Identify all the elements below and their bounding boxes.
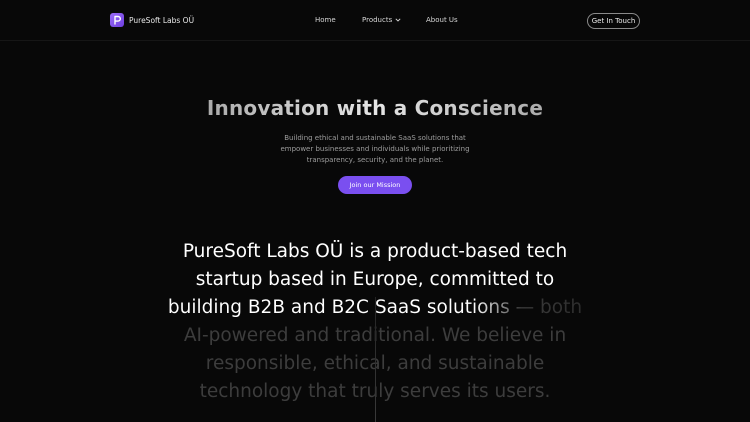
nav-link-home-label: Home (315, 16, 336, 24)
hero-title: Innovation with a Conscience (0, 96, 750, 120)
nav-link-products-label: Products (362, 16, 393, 24)
get-in-touch-button[interactable]: Get In Touch (587, 13, 640, 29)
nav-link-products[interactable]: Products (362, 16, 401, 24)
join-our-mission-button[interactable]: Join our Mission (338, 176, 412, 194)
statement-line: PureSoft Labs OÜ is a product-based tech (182, 241, 568, 262)
nav-link-about-us-label: About Us (426, 16, 458, 24)
statement-line: startup based in Europe, committed to (195, 269, 555, 290)
scroll-progress-line (375, 297, 376, 422)
top-navbar: PureSoft Labs OÜ Home Products About Us … (0, 0, 750, 41)
nav-link-about-us[interactable]: About Us (426, 16, 458, 24)
hero-subtitle: Building ethical and sustainable SaaS so… (280, 134, 470, 164)
nav-link-home[interactable]: Home (315, 16, 336, 24)
chevron-down-icon (395, 16, 401, 24)
